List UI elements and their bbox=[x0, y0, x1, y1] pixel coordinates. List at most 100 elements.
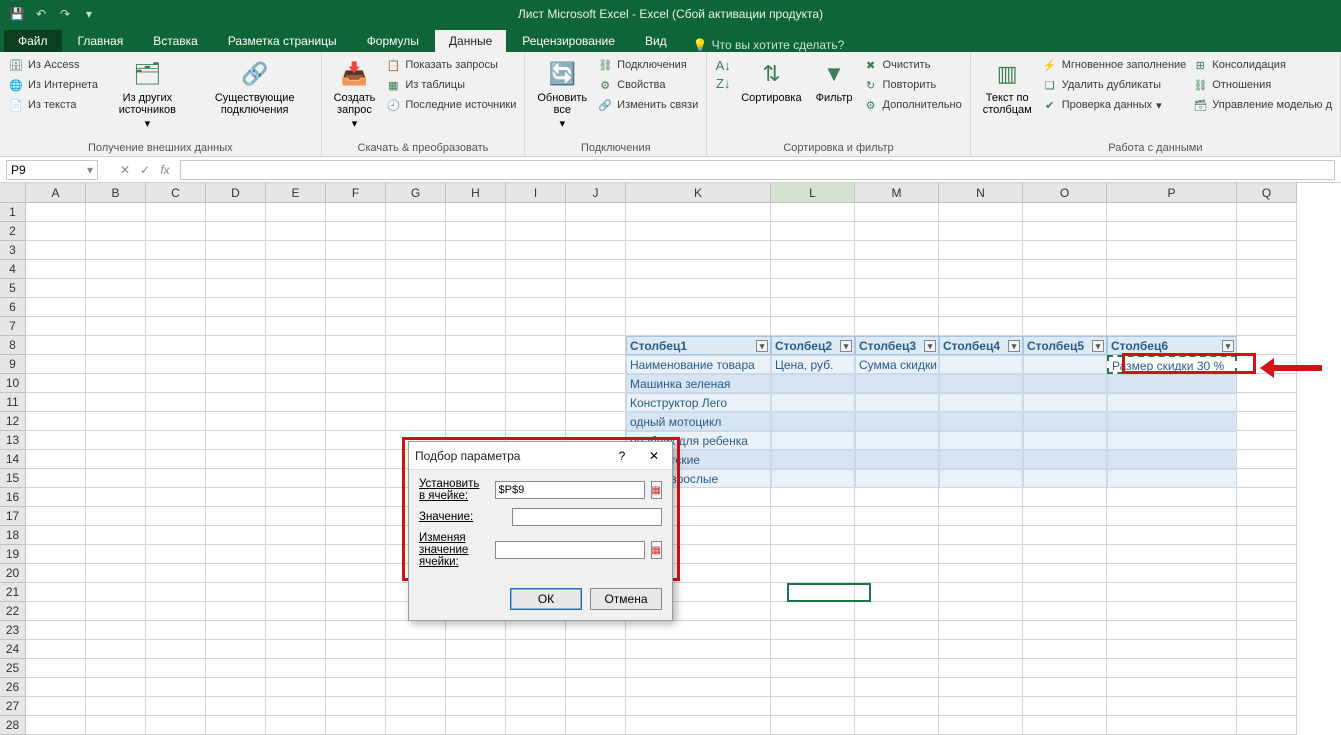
cell-M12[interactable] bbox=[855, 412, 939, 431]
cell-N14[interactable] bbox=[939, 450, 1023, 469]
cell-Q16[interactable] bbox=[1237, 488, 1297, 507]
cell-G9[interactable] bbox=[386, 355, 446, 374]
cell-A23[interactable] bbox=[26, 621, 86, 640]
cell-C19[interactable] bbox=[146, 545, 206, 564]
cell-H24[interactable] bbox=[446, 640, 506, 659]
cell-O27[interactable] bbox=[1023, 697, 1107, 716]
cell-I6[interactable] bbox=[506, 298, 566, 317]
remove-dup-button[interactable]: ❏Удалить дубликаты bbox=[1042, 76, 1187, 94]
cell-B15[interactable] bbox=[86, 469, 146, 488]
data-model-button[interactable]: 🗃Управление моделью д bbox=[1192, 96, 1332, 114]
cell-L25[interactable] bbox=[771, 659, 855, 678]
cell-H26[interactable] bbox=[446, 678, 506, 697]
cell-E10[interactable] bbox=[266, 374, 326, 393]
filter-dropdown-icon[interactable]: ▾ bbox=[840, 340, 852, 352]
cell-P17[interactable] bbox=[1107, 507, 1237, 526]
cell-O15[interactable] bbox=[1023, 469, 1107, 488]
cell-E13[interactable] bbox=[266, 431, 326, 450]
cell-Q12[interactable] bbox=[1237, 412, 1297, 431]
cell-G2[interactable] bbox=[386, 222, 446, 241]
cell-D26[interactable] bbox=[206, 678, 266, 697]
create-query-button[interactable]: 📥Создать запрос▾ bbox=[330, 56, 380, 132]
from-other-button[interactable]: 🗂Из других источников▾ bbox=[104, 56, 191, 132]
cell-J28[interactable] bbox=[566, 716, 626, 735]
cell-Q28[interactable] bbox=[1237, 716, 1297, 735]
cell-L5[interactable] bbox=[771, 279, 855, 298]
cell-B22[interactable] bbox=[86, 602, 146, 621]
cell-C28[interactable] bbox=[146, 716, 206, 735]
cell-I24[interactable] bbox=[506, 640, 566, 659]
cell-M16[interactable] bbox=[855, 488, 939, 507]
cell-B20[interactable] bbox=[86, 564, 146, 583]
tab-formulas[interactable]: Формулы bbox=[353, 30, 433, 52]
set-cell-input[interactable] bbox=[495, 481, 645, 499]
cell-I25[interactable] bbox=[506, 659, 566, 678]
cell-M13[interactable] bbox=[855, 431, 939, 450]
filter-dropdown-icon[interactable]: ▾ bbox=[1092, 340, 1104, 352]
reapply-button[interactable]: ↻Повторить bbox=[863, 76, 962, 94]
cell-E27[interactable] bbox=[266, 697, 326, 716]
close-button[interactable]: ✕ bbox=[642, 449, 666, 463]
cell-A22[interactable] bbox=[26, 602, 86, 621]
cell-A5[interactable] bbox=[26, 279, 86, 298]
cell-N12[interactable] bbox=[939, 412, 1023, 431]
cell-L19[interactable] bbox=[771, 545, 855, 564]
cell-E7[interactable] bbox=[266, 317, 326, 336]
cell-K3[interactable] bbox=[626, 241, 771, 260]
cell-C8[interactable] bbox=[146, 336, 206, 355]
cell-P1[interactable] bbox=[1107, 203, 1237, 222]
cell-N11[interactable] bbox=[939, 393, 1023, 412]
cell-P2[interactable] bbox=[1107, 222, 1237, 241]
cell-I7[interactable] bbox=[506, 317, 566, 336]
cell-I5[interactable] bbox=[506, 279, 566, 298]
cell-P3[interactable] bbox=[1107, 241, 1237, 260]
cell-G6[interactable] bbox=[386, 298, 446, 317]
cell-B4[interactable] bbox=[86, 260, 146, 279]
cell-H12[interactable] bbox=[446, 412, 506, 431]
cell-J24[interactable] bbox=[566, 640, 626, 659]
cell-B6[interactable] bbox=[86, 298, 146, 317]
cell-C17[interactable] bbox=[146, 507, 206, 526]
cell-P12[interactable] bbox=[1107, 412, 1237, 431]
cell-D28[interactable] bbox=[206, 716, 266, 735]
cell-K2[interactable] bbox=[626, 222, 771, 241]
row-header-8[interactable]: 8 bbox=[0, 336, 26, 355]
cell-K9[interactable]: Наименование товара bbox=[626, 355, 771, 374]
cell-H9[interactable] bbox=[446, 355, 506, 374]
cell-O22[interactable] bbox=[1023, 602, 1107, 621]
row-header-11[interactable]: 11 bbox=[0, 393, 26, 412]
cell-G8[interactable] bbox=[386, 336, 446, 355]
cell-B28[interactable] bbox=[86, 716, 146, 735]
cell-L13[interactable] bbox=[771, 431, 855, 450]
cell-E9[interactable] bbox=[266, 355, 326, 374]
cell-L16[interactable] bbox=[771, 488, 855, 507]
cell-D20[interactable] bbox=[206, 564, 266, 583]
cell-A7[interactable] bbox=[26, 317, 86, 336]
cell-M7[interactable] bbox=[855, 317, 939, 336]
cell-H1[interactable] bbox=[446, 203, 506, 222]
cell-F16[interactable] bbox=[326, 488, 386, 507]
cell-O21[interactable] bbox=[1023, 583, 1107, 602]
cell-E26[interactable] bbox=[266, 678, 326, 697]
cell-O13[interactable] bbox=[1023, 431, 1107, 450]
cell-B19[interactable] bbox=[86, 545, 146, 564]
clear-filter-button[interactable]: ✖Очистить bbox=[863, 56, 962, 74]
cell-A24[interactable] bbox=[26, 640, 86, 659]
cell-Q11[interactable] bbox=[1237, 393, 1297, 412]
row-header-26[interactable]: 26 bbox=[0, 678, 26, 697]
cell-F7[interactable] bbox=[326, 317, 386, 336]
col-header-H[interactable]: H bbox=[446, 183, 506, 203]
cell-M23[interactable] bbox=[855, 621, 939, 640]
cell-D6[interactable] bbox=[206, 298, 266, 317]
cell-A12[interactable] bbox=[26, 412, 86, 431]
cell-I1[interactable] bbox=[506, 203, 566, 222]
cell-B5[interactable] bbox=[86, 279, 146, 298]
cell-D27[interactable] bbox=[206, 697, 266, 716]
cell-P25[interactable] bbox=[1107, 659, 1237, 678]
cell-N18[interactable] bbox=[939, 526, 1023, 545]
cell-J7[interactable] bbox=[566, 317, 626, 336]
row-header-6[interactable]: 6 bbox=[0, 298, 26, 317]
cell-B17[interactable] bbox=[86, 507, 146, 526]
cell-J27[interactable] bbox=[566, 697, 626, 716]
cell-K8[interactable]: Столбец1▾ bbox=[626, 336, 771, 355]
